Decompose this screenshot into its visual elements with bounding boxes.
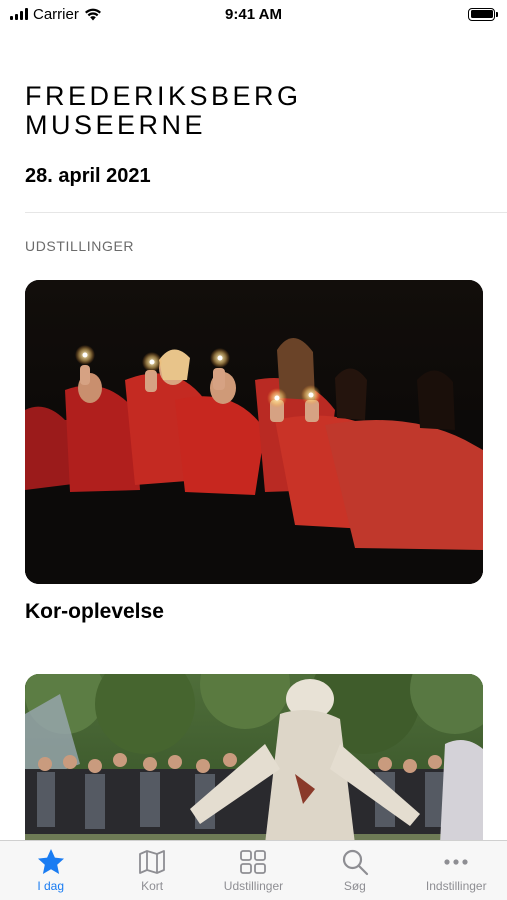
- current-date: 28. april 2021: [25, 165, 151, 187]
- logo-line-1: FREDERIKSBERG: [25, 81, 302, 111]
- tab-label: Udstillinger: [223, 879, 284, 893]
- tab-label: Søg: [343, 879, 366, 893]
- battery-icon: [468, 7, 498, 21]
- wifi-icon: [84, 8, 101, 20]
- status-bar: Carrier 9:41 AM: [0, 0, 507, 28]
- logo-line-2: MUSEERNE: [25, 110, 207, 140]
- tab-label: Kort: [141, 879, 164, 893]
- status-left: Carrier: [10, 6, 102, 23]
- tab-indstillinger[interactable]: Indstillinger: [406, 847, 506, 893]
- signal-icon: [10, 8, 28, 20]
- map-icon: [139, 850, 165, 874]
- card-image-kor-oplevelse[interactable]: [25, 280, 483, 584]
- grid-icon: [240, 850, 267, 874]
- more-icon: [444, 859, 468, 865]
- tab-i-dag[interactable]: I dag: [1, 847, 101, 893]
- tab-udstillinger[interactable]: Udstillinger: [203, 847, 303, 893]
- card-title[interactable]: Kor-oplevelse: [25, 600, 164, 624]
- tab-label: Indstillinger: [425, 879, 487, 893]
- carrier-label: Carrier: [33, 5, 79, 23]
- choir-photo: [25, 280, 483, 584]
- screen: Carrier 9:41 AM FREDERIKSBERG MUSEERNE 2…: [0, 0, 507, 900]
- tab-label: I dag: [37, 879, 65, 893]
- search-icon: [342, 849, 368, 876]
- star-icon: [37, 849, 64, 874]
- tab-sog[interactable]: Søg: [305, 847, 405, 893]
- divider: [25, 212, 507, 213]
- app-logo: FREDERIKSBERG MUSEERNE: [25, 82, 302, 140]
- tab-kort[interactable]: Kort: [102, 847, 202, 893]
- tab-bar: I dag Kort Udstillinger Søg Indstillinge…: [0, 840, 507, 900]
- section-label: UDSTILLINGER: [25, 238, 135, 254]
